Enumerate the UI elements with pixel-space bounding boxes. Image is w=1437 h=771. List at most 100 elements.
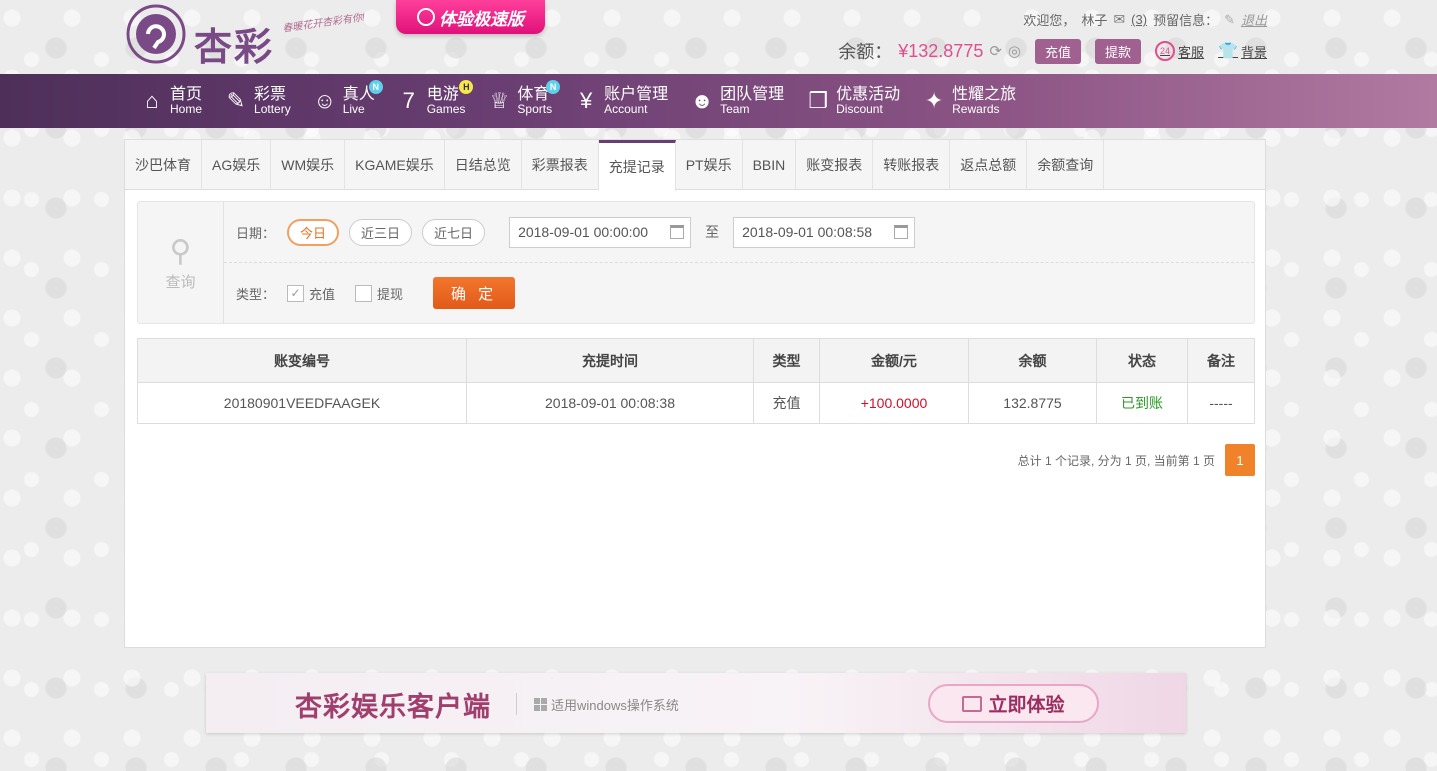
client-download-banner[interactable]: 杏彩娱乐客户端 适用windows操作系统 立即体验 [206,673,1186,733]
tab-0[interactable]: 沙巴体育 [125,140,202,190]
tab-8[interactable]: BBIN [743,140,797,190]
team-icon: ☻ [690,88,714,113]
nav-item-label: 首页 [170,85,203,103]
nav-item-label: 团队管理 [720,85,785,103]
background-label: 背景 [1240,44,1267,60]
hide-eye-icon[interactable]: ◎ [1008,42,1021,60]
welcome-bar: 欢迎您， 林子 ✉ (3) 预留信息： ✎ 退出 [1023,10,1267,29]
tab-2[interactable]: WM娱乐 [271,140,346,190]
calendar-icon[interactable] [670,225,685,239]
withdraw-button[interactable]: 提款 [1095,38,1142,64]
tab-7[interactable]: PT娱乐 [676,140,743,190]
today-button[interactable]: 今日 [287,218,340,246]
withdraw-checkbox-label: 提现 [377,286,404,302]
ticket-icon: ✎ [226,88,246,113]
col-type: 类型 [753,338,820,383]
tab-11[interactable]: 返点总额 [950,140,1028,190]
nav-item-discount[interactable]: ❒ 优惠活动 Discount [806,74,922,128]
nav-item-sublabel: Lottery [254,102,291,117]
mail-icon[interactable]: ✉ [1113,11,1125,28]
last-7-days-button[interactable]: 近七日 [422,218,486,246]
nav-item-sublabel: Games [426,102,466,117]
monitor-icon [962,695,983,712]
nav-item-sublabel: Home [170,102,203,117]
person-icon: ☺ [313,88,336,113]
tab-1[interactable]: AG娱乐 [202,140,272,190]
nav-badge: H [459,80,474,94]
refresh-icon[interactable]: ⟳ [989,42,1002,60]
nav-item-text: 彩票 Lottery [254,86,291,117]
tab-9[interactable]: 账变报表 [796,140,874,190]
type-row: 类型： ✓ 充值 提现 确 定 [236,276,516,310]
cell-id: 20180901VEEDFAAGEK [137,382,467,424]
customer-service-label: 客服 [1178,44,1205,60]
username: 林子 [1081,13,1108,28]
banner-title: 杏彩娱乐客户端 [295,692,491,722]
date-to-label: 至 [705,224,720,240]
nav-item-label: 账户管理 [604,85,669,103]
shirt-icon: 👕 [1218,43,1238,60]
nav-item-text: 首页 Home [170,86,202,117]
cell-type: 充值 [753,382,820,424]
rewards-icon: ✦ [924,88,944,113]
speed-version-label: 体验极速版 [439,9,524,29]
col-time: 充提时间 [466,338,754,383]
banner-subtitle: 适用windows操作系统 [551,698,679,713]
service-24h-icon: 24 [1155,41,1176,61]
nav-item-live[interactable]: ☺ 真人 Live N [313,74,397,128]
nav-items: ⌂ 首页 Home ✎ 彩票 Lottery ☺ 真人 Live N 7 电游 Games H ♕ 体育 Spo… [140,74,1038,128]
mail-count-link[interactable]: (3) [1131,12,1147,27]
trophy-icon: ♕ [489,88,510,113]
logo-slogan: 春暖花开杏彩有你! [281,12,366,35]
customer-service-link[interactable]: 24 客服 [1155,41,1204,61]
calendar-icon[interactable] [894,225,909,239]
withdraw-checkbox[interactable] [355,284,373,302]
windows-icon [534,698,547,711]
balance-value: ¥132.8775 [898,40,984,61]
logo-text: 杏彩 [194,24,275,69]
deposit-checkbox[interactable]: ✓ [287,284,305,302]
reserve-info-label: 预留信息： [1153,13,1219,28]
speed-version-button[interactable]: 体验极速版 [396,0,545,34]
cell-time: 2018-09-01 00:08:38 [466,382,754,424]
confirm-button[interactable]: 确 定 [433,277,516,309]
last-3-days-button[interactable]: 近三日 [349,218,413,246]
tab-6[interactable]: 充提记录 [598,140,676,191]
nav-badge: N [546,80,561,94]
nav-item-rewards[interactable]: ✦ 性耀之旅 Rewards [922,74,1038,128]
nav-item-lottery[interactable]: ✎ 彩票 Lottery [224,74,313,128]
tab-10[interactable]: 转账报表 [873,140,951,190]
nav-item-label: 彩票 [254,85,287,103]
deposit-checkbox-label: 充值 [309,286,336,302]
nav-item-text: 团队管理 Team [720,86,784,117]
balance-label: 余额： [838,42,893,62]
end-date-value: 2018-09-01 00:08:58 [742,224,873,240]
tab-4[interactable]: 日结总览 [445,140,522,190]
cell-remark: ----- [1187,382,1255,424]
end-date-input[interactable]: 2018-09-01 00:08:58 [733,216,916,248]
tab-12[interactable]: 余额查询 [1027,140,1105,190]
nav-item-sublabel: Rewards [952,102,1000,117]
nav-item-account[interactable]: ¥ 账户管理 Account [574,74,690,128]
nav-item-text: 性耀之旅 Rewards [952,86,1016,117]
logout-link[interactable]: 退出 [1241,10,1267,29]
table-row: 20180901VEEDFAAGEK 2018-09-01 00:08:38 充… [137,382,1255,424]
start-date-input[interactable]: 2018-09-01 00:00:00 [509,216,692,248]
nav-item-sports[interactable]: ♕ 体育 Sports N [487,74,574,128]
nav-item-team[interactable]: ☻ 团队管理 Team [690,74,806,128]
banner-divider [516,693,517,715]
page-button[interactable]: 1 [1225,444,1255,476]
site-logo[interactable]: 杏彩 春暖花开杏彩有你! [126,4,366,69]
nav-item-games[interactable]: 7 电游 Games H [397,74,488,128]
tab-5[interactable]: 彩票报表 [522,140,599,190]
tab-3[interactable]: KGAME娱乐 [345,140,445,190]
background-link[interactable]: 👕 背景 [1218,41,1267,61]
edit-icon[interactable]: ✎ [1224,12,1235,28]
slot-7-icon: 7 [402,88,415,113]
nav-item-text: 优惠活动 Discount [836,86,900,117]
gift-icon: ❒ [808,88,828,113]
nav-item-sublabel: Discount [836,102,883,117]
deposit-button[interactable]: 充值 [1035,38,1082,64]
try-now-button[interactable]: 立即体验 [928,684,1099,723]
nav-item-home[interactable]: ⌂ 首页 Home [140,74,224,128]
